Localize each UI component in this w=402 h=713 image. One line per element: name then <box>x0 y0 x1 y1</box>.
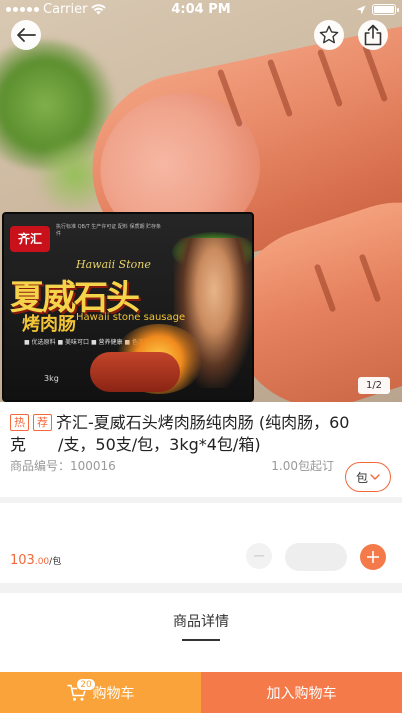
plus-icon <box>367 551 379 563</box>
cart-button[interactable]: 20 购物车 <box>0 672 201 713</box>
add-to-cart-label: 加入购物车 <box>266 685 337 702</box>
unit-select-value: 包 <box>355 470 368 485</box>
status-indicators <box>356 4 399 15</box>
tab-underline <box>182 639 220 641</box>
product-image-gallery[interactable]: 齐汇 执行标准 QB/T 生产许可证 配料 保质期 贮存条件 Hawaii St… <box>0 0 402 402</box>
share-icon <box>364 24 382 46</box>
location-arrow-icon <box>356 5 366 14</box>
favorite-button[interactable] <box>314 20 344 50</box>
star-icon <box>319 25 339 44</box>
share-button[interactable] <box>358 20 388 50</box>
package-product-cn: 烤肉肠 <box>22 314 76 335</box>
price-section: 103.00/包 <box>0 503 402 583</box>
status-bar: Carrier 4:04 PM <box>0 0 402 20</box>
brand-logo: 齐汇 <box>10 226 50 252</box>
back-button[interactable] <box>11 20 41 50</box>
quantity-increase-button[interactable] <box>360 544 386 570</box>
package-fine-print: 执行标准 QB/T 生产许可证 配料 保质期 贮存条件 <box>56 224 162 237</box>
status-time: 4:04 PM <box>171 2 231 17</box>
product-info: 热荐齐汇-夏威石头烤肉肠纯肉肠 (纯肉肠，60克 /支，50支/包，3kg*4包… <box>0 402 402 497</box>
price-unit: /包 <box>49 557 62 567</box>
gallery-page-indicator: 1/2 <box>358 377 390 394</box>
product-price: 103.00/包 <box>10 553 61 568</box>
unit-select[interactable]: 包 <box>345 462 391 492</box>
cart-label: 购物车 <box>92 685 135 702</box>
minimum-order: 1.00包起订 <box>271 459 334 473</box>
battery-icon <box>372 4 399 15</box>
package-weight: 3kg <box>44 374 59 383</box>
add-to-cart-button[interactable]: 加入购物车 <box>201 672 402 713</box>
tab-product-details[interactable]: 商品详情 <box>0 611 402 631</box>
cart-count-badge: 20 <box>76 678 96 691</box>
price-main: 103 <box>10 553 35 568</box>
product-sku: 商品编号：100016 <box>10 459 116 473</box>
bottom-action-bar: 20 购物车 加入购物车 <box>0 672 402 713</box>
chevron-down-icon <box>370 474 380 480</box>
package-product-en: Hawaii stone sausage <box>76 312 186 323</box>
product-title-block: 热荐齐汇-夏威石头烤肉肠纯肉肠 (纯肉肠，60克 /支，50支/包，3kg*4包… <box>10 412 380 456</box>
price-cents: .00 <box>34 557 50 567</box>
grilled-sausages <box>90 352 180 392</box>
tag-recommended: 荐 <box>33 414 52 431</box>
minus-icon <box>254 555 264 557</box>
quantity-input[interactable] <box>285 543 347 571</box>
arrow-left-icon <box>17 28 36 42</box>
quantity-decrease-button[interactable] <box>246 543 272 569</box>
product-title: 齐汇-夏威石头烤肉肠纯肉肠 (纯肉肠，60克 /支，50支/包，3kg*4包/箱… <box>10 413 350 454</box>
tag-hot: 热 <box>10 414 29 431</box>
product-package: 齐汇 执行标准 QB/T 生产许可证 配料 保质期 贮存条件 Hawaii St… <box>2 212 254 402</box>
detail-section: 商品详情 <box>0 593 402 672</box>
